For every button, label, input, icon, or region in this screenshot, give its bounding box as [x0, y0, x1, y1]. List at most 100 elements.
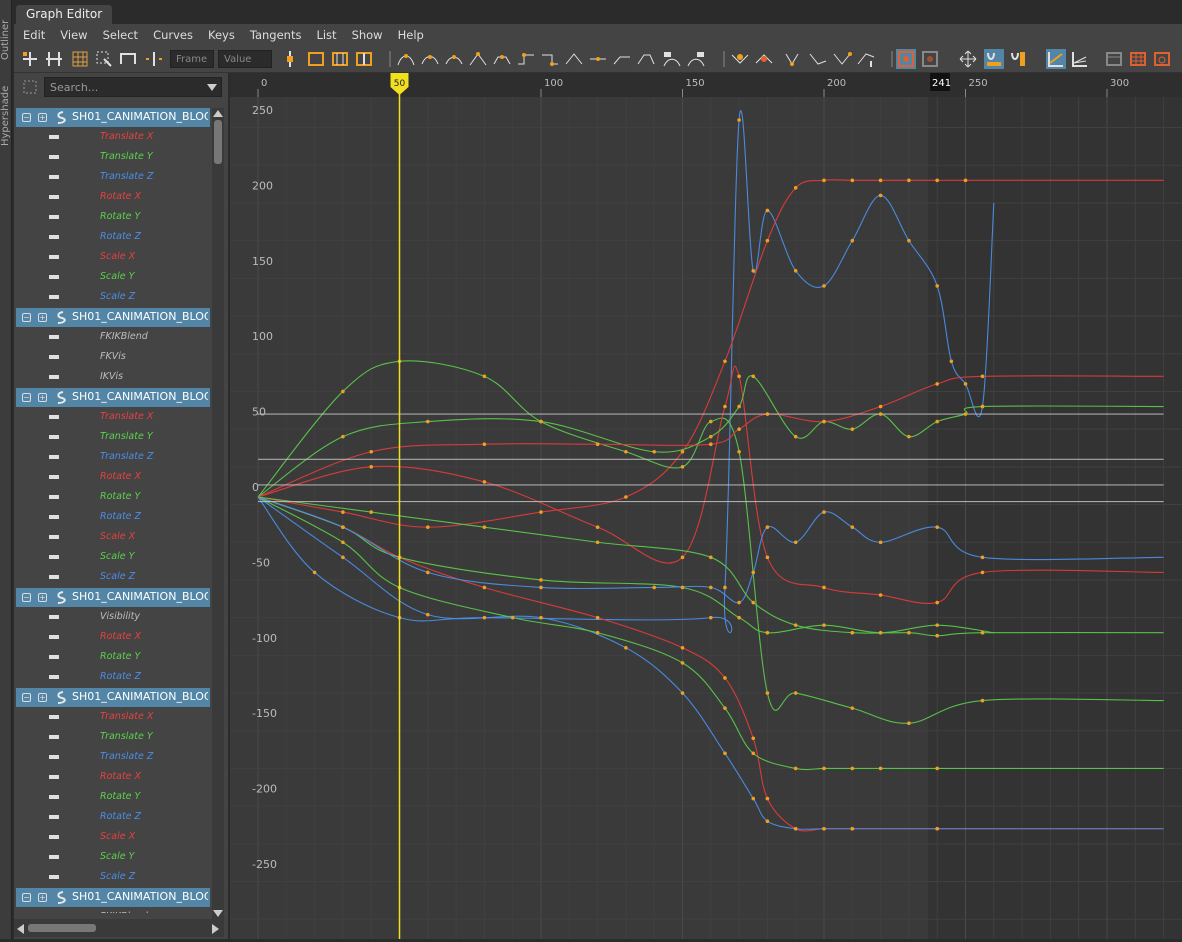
- channel-row[interactable]: Scale X: [16, 828, 210, 847]
- channel-row[interactable]: Translate Z: [16, 448, 210, 467]
- keyframe[interactable]: [935, 600, 939, 605]
- channel-row[interactable]: Visibility: [16, 608, 210, 627]
- keyframe[interactable]: [878, 193, 883, 198]
- channel-row[interactable]: Scale Z: [16, 288, 210, 307]
- menu-list[interactable]: List: [316, 28, 336, 42]
- keyframe[interactable]: [878, 404, 883, 409]
- expand-icon[interactable]: +: [38, 313, 47, 322]
- keyframe[interactable]: [765, 691, 770, 695]
- plateau-tangent-icon[interactable]: [564, 49, 584, 69]
- keyframe[interactable]: [737, 615, 741, 620]
- keyframe[interactable]: [723, 585, 727, 590]
- menu-show[interactable]: Show: [352, 28, 383, 42]
- collapse-icon[interactable]: −: [22, 113, 31, 122]
- keyframe[interactable]: [935, 623, 939, 627]
- keyframe[interactable]: [426, 419, 430, 424]
- keyframe[interactable]: [765, 238, 770, 243]
- keyframe[interactable]: [482, 480, 487, 484]
- curve-graph[interactable]: 0 100 150 200 250 300 250 200 150 100 50 0 -50 -100 -…: [230, 73, 1182, 939]
- keyframe[interactable]: [709, 555, 713, 560]
- swap-buffer-curve-icon[interactable]: [686, 49, 706, 69]
- lock-tangent-weight-icon[interactable]: [636, 49, 656, 69]
- frame-all-icon[interactable]: [306, 49, 326, 69]
- keyframe[interactable]: [850, 238, 855, 243]
- channel-row[interactable]: Scale X: [16, 248, 210, 267]
- insert-key-tool-icon[interactable]: [44, 49, 64, 69]
- keyframe[interactable]: [539, 419, 543, 424]
- keyframe[interactable]: [850, 766, 855, 771]
- keyframe[interactable]: [341, 434, 345, 439]
- keyframe[interactable]: [765, 208, 770, 213]
- keyframe[interactable]: [765, 412, 770, 416]
- keyframe[interactable]: [980, 630, 985, 635]
- keyframe[interactable]: [680, 661, 685, 665]
- collapse-icon[interactable]: −: [22, 393, 31, 402]
- keyframe[interactable]: [765, 630, 770, 635]
- keyframe[interactable]: [793, 623, 798, 627]
- channel-row[interactable]: Translate Z: [16, 748, 210, 767]
- keyframe[interactable]: [878, 593, 883, 597]
- keyframe[interactable]: [652, 449, 656, 454]
- keyframe[interactable]: [709, 419, 713, 424]
- channel-row[interactable]: Scale Y: [16, 548, 210, 567]
- expand-icon[interactable]: +: [38, 393, 47, 402]
- keyframe[interactable]: [935, 284, 939, 288]
- keyframe[interactable]: [737, 449, 741, 454]
- channel-row[interactable]: Rotate Z: [16, 808, 210, 827]
- keyframe[interactable]: [751, 751, 756, 756]
- channel-row[interactable]: Scale Y: [16, 268, 210, 287]
- keyframe[interactable]: [341, 510, 345, 514]
- keyframe[interactable]: [822, 623, 826, 627]
- graph-editor-tab[interactable]: Graph Editor: [16, 5, 113, 24]
- channel-row[interactable]: Translate Z: [16, 168, 210, 187]
- menu-keys[interactable]: Keys: [208, 28, 235, 42]
- keyframe[interactable]: [907, 630, 911, 635]
- channel-row[interactable]: Scale Z: [16, 868, 210, 887]
- keyframe[interactable]: [595, 630, 600, 635]
- keyframe[interactable]: [426, 525, 430, 529]
- channel-row[interactable]: Rotate Y: [16, 648, 210, 667]
- channel-row[interactable]: Translate Y: [16, 728, 210, 747]
- keyframe[interactable]: [680, 555, 685, 560]
- menu-edit[interactable]: Edit: [23, 28, 45, 42]
- outliner-side-tab[interactable]: Outliner: [0, 10, 12, 70]
- expand-icon[interactable]: +: [38, 113, 47, 122]
- keyframe[interactable]: [751, 736, 756, 741]
- scroll-down-icon[interactable]: [213, 910, 223, 918]
- keyframe[interactable]: [426, 612, 430, 617]
- flat-tangent-icon[interactable]: [492, 49, 512, 69]
- linear-tangent-icon[interactable]: [468, 49, 488, 69]
- keyframe[interactable]: [737, 427, 741, 431]
- keyframe[interactable]: [878, 766, 883, 771]
- menu-curves[interactable]: Curves: [153, 28, 193, 42]
- keyframe[interactable]: [723, 359, 727, 364]
- keyframe[interactable]: [878, 630, 883, 635]
- menu-tangents[interactable]: Tangents: [250, 28, 302, 42]
- channel-row[interactable]: Translate Y: [16, 148, 210, 167]
- move-view-icon[interactable]: [958, 49, 978, 69]
- snap-icon[interactable]: [144, 49, 164, 69]
- keyframe[interactable]: [369, 449, 373, 454]
- frame-field[interactable]: Frame: [170, 50, 214, 68]
- time-editor-icon[interactable]: [1152, 49, 1172, 69]
- keyframe[interactable]: [935, 382, 939, 386]
- keyframe[interactable]: [595, 615, 600, 620]
- keyframe[interactable]: [935, 826, 939, 831]
- filter-icon[interactable]: [22, 79, 38, 95]
- keyframe[interactable]: [765, 525, 770, 529]
- keyframe[interactable]: [949, 359, 954, 364]
- time-ruler[interactable]: [230, 73, 1182, 97]
- hypershade-side-tab[interactable]: Hypershade: [0, 80, 12, 152]
- keyframe[interactable]: [624, 495, 628, 499]
- keyframe[interactable]: [709, 434, 713, 439]
- channel-row[interactable]: FKIKBlend: [16, 328, 210, 347]
- keyframe[interactable]: [935, 419, 939, 424]
- normalized-curves-icon[interactable]: [1070, 49, 1090, 69]
- scroll-left-icon[interactable]: [17, 924, 25, 934]
- keyframe[interactable]: [980, 374, 985, 379]
- keyframe[interactable]: [822, 585, 826, 590]
- keyframe[interactable]: [709, 585, 713, 590]
- channel-row[interactable]: IKVis: [16, 368, 210, 387]
- channel-row[interactable]: Translate Y: [16, 428, 210, 447]
- keyframe[interactable]: [709, 615, 713, 620]
